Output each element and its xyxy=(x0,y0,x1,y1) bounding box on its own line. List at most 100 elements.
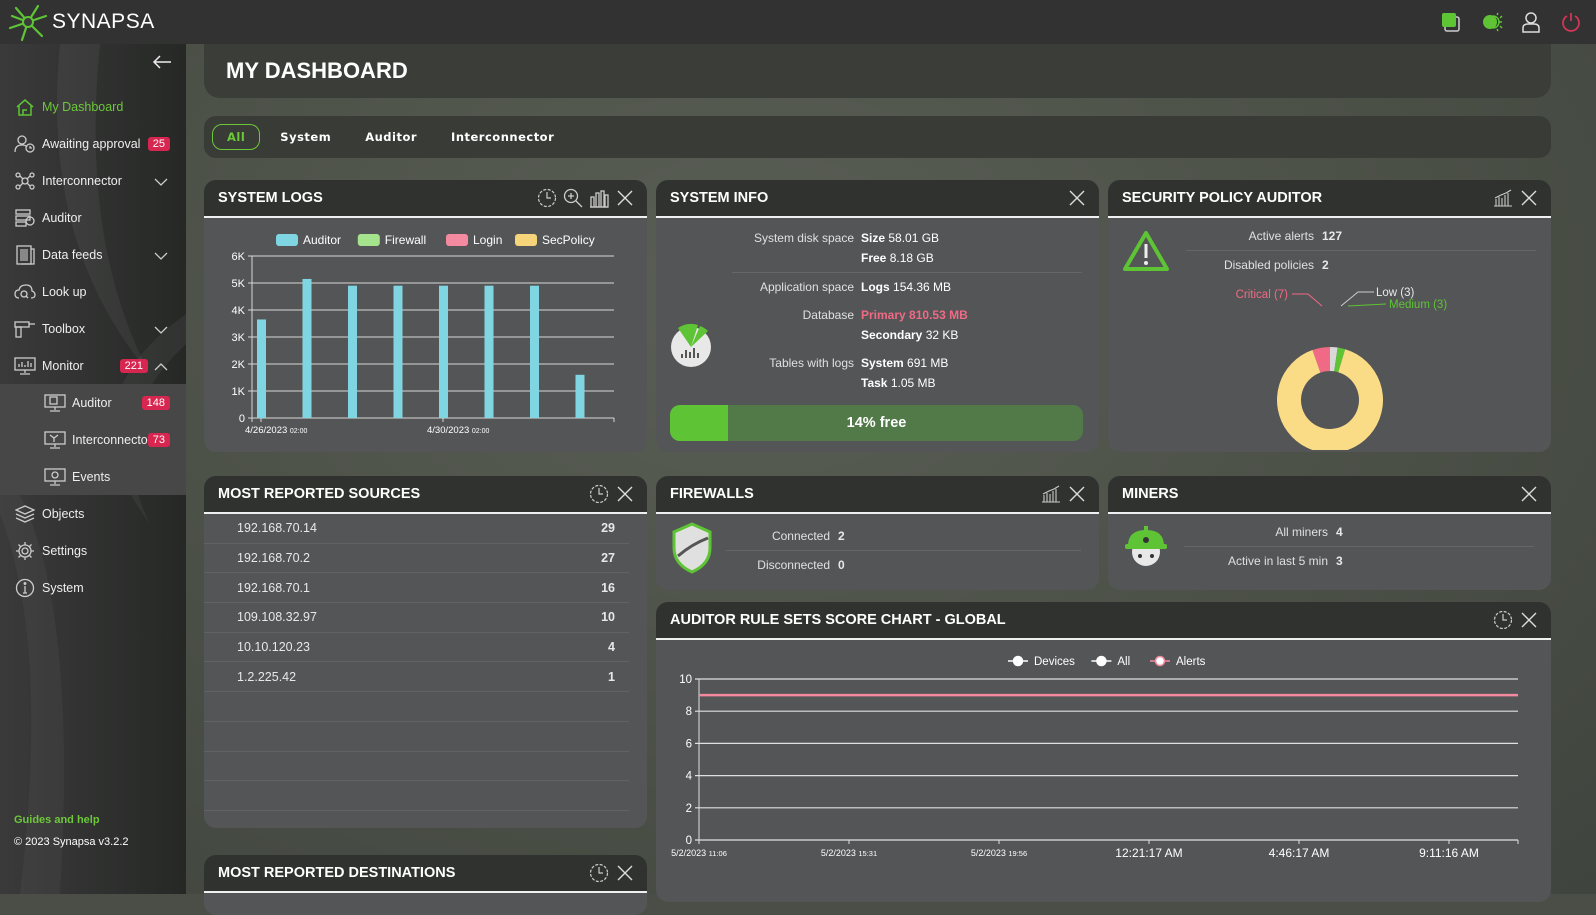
y-tick-label: 5K xyxy=(232,278,246,290)
miner-stats: All miners 4 Active in last 5 min 3 xyxy=(1184,522,1534,571)
auditor-score-chart-widget: AUDITOR RULE SETS SCORE CHART - GLOBAL D… xyxy=(656,602,1551,902)
bar-auditor xyxy=(302,278,312,418)
tables-label: Tables with logs xyxy=(769,356,854,370)
chevron-down-icon[interactable] xyxy=(154,176,168,186)
list-item[interactable]: 192.168.70.14 29 xyxy=(204,514,629,544)
miners-widget: MINERS All miners 4 Active in last 5 min 3 xyxy=(1108,476,1551,590)
filter-all[interactable]: All xyxy=(212,124,261,150)
sidebar-item-interconnector[interactable]: Interconnector xyxy=(0,162,186,199)
network-icon xyxy=(14,171,36,191)
logo[interactable]: SYNAPSA xyxy=(8,2,155,42)
legend-label-secpolicy: SecPolicy xyxy=(542,233,595,247)
close-icon[interactable] xyxy=(1067,484,1087,504)
x-tick-label: 4/30/2023 02:00 xyxy=(427,425,490,436)
y-tick-label: 2K xyxy=(232,359,246,371)
y-tick-label: 10 xyxy=(679,674,692,686)
list-item[interactable]: 109.108.32.97 10 xyxy=(204,603,629,633)
sidebar-item-look-up[interactable]: Look up xyxy=(0,273,186,310)
y-tick-label: 1K xyxy=(232,386,246,398)
close-icon[interactable] xyxy=(1519,484,1539,504)
sidebar-item-my-dashboard[interactable]: My Dashboard xyxy=(0,88,186,125)
bar-chart-icon[interactable] xyxy=(589,188,609,208)
trend-chart-icon[interactable] xyxy=(1041,484,1061,504)
theme-toggle-icon[interactable] xyxy=(1480,11,1503,33)
secondary-db-key: Secondary xyxy=(861,328,923,342)
empty-row xyxy=(204,722,629,752)
disk-size-key: Size xyxy=(861,231,886,245)
security-stats: Active alerts 127 Disabled policies 2 xyxy=(1186,226,1536,275)
app-name: SYNAPSA xyxy=(52,10,155,33)
filter-system[interactable]: System xyxy=(266,125,345,149)
chevron-down-icon[interactable] xyxy=(154,250,168,260)
sidebar-item-auditor[interactable]: Auditor xyxy=(0,199,186,236)
close-icon[interactable] xyxy=(615,484,635,504)
zoom-in-icon[interactable] xyxy=(563,188,583,208)
sidebar-item-monitor[interactable]: Monitor 221 xyxy=(0,347,186,384)
user-icon[interactable] xyxy=(1520,11,1542,33)
filter-interconnector[interactable]: Interconnector xyxy=(437,125,568,149)
dashboard-filter-bar: All System Auditor Interconnector xyxy=(204,116,1551,158)
sidebar-subitem-interconnector[interactable]: Interconnector 73 xyxy=(0,421,186,458)
y-tick-label: 6K xyxy=(232,251,246,263)
list-item[interactable]: 1.2.225.42 1 xyxy=(204,662,629,693)
widget-title: MOST REPORTED DESTINATIONS xyxy=(218,865,456,881)
sidebar-item-system[interactable]: System xyxy=(0,569,186,606)
close-icon[interactable] xyxy=(1067,188,1087,208)
active-miners-label: Active in last 5 min xyxy=(1227,554,1328,568)
windows-icon[interactable] xyxy=(1440,11,1462,33)
legend-label-alerts: Alerts xyxy=(1176,656,1206,668)
filter-auditor[interactable]: Auditor xyxy=(351,125,431,149)
sidebar-item-toolbox[interactable]: Toolbox xyxy=(0,310,186,347)
y-tick-label: 4K xyxy=(232,305,246,317)
system-logs-widget: SYSTEM LOGS Auditor Firewall Login SecPolic… xyxy=(204,180,647,452)
disk-usage-icon xyxy=(668,322,714,373)
disconnected-value: 0 xyxy=(838,558,845,572)
sidebar-subitem-auditor[interactable]: Auditor 148 xyxy=(0,384,186,421)
clock-icon[interactable] xyxy=(537,188,557,208)
sidebar-subitem-events[interactable]: Events xyxy=(0,458,186,495)
clock-icon[interactable] xyxy=(589,863,609,883)
chevron-down-icon[interactable] xyxy=(154,324,168,334)
chevron-up-icon[interactable] xyxy=(154,361,168,371)
copyright: © 2023 Synapsa v3.2.2 xyxy=(14,836,129,848)
app-space-label: Application space xyxy=(759,280,854,294)
bar-auditor xyxy=(575,374,585,418)
sidebar-item-data-feeds[interactable]: Data feeds xyxy=(0,236,186,273)
miner-helmet-icon xyxy=(1122,522,1170,575)
active-alerts-label: Active alerts xyxy=(1248,229,1314,243)
close-icon[interactable] xyxy=(615,863,635,883)
close-icon[interactable] xyxy=(1519,188,1539,208)
monitor-badge: 221 xyxy=(119,358,148,373)
collapse-sidebar-button[interactable] xyxy=(152,54,172,70)
sidebar-item-settings[interactable]: Settings xyxy=(0,532,186,569)
sidebar-item-objects[interactable]: Objects xyxy=(0,495,186,532)
active-miners-value: 3 xyxy=(1336,554,1343,568)
sidebar-item-label: Data feeds xyxy=(42,247,103,262)
firewalls-widget: FIREWALLS Connected 2 Disconnected 0 xyxy=(656,476,1099,590)
source-ip: 1.2.225.42 xyxy=(237,669,297,684)
widget-title: AUDITOR RULE SETS SCORE CHART - GLOBAL xyxy=(670,612,1006,628)
disk-free-progress: 14% free xyxy=(670,405,1083,441)
x-tick-label: 4/26/2023 02:00 xyxy=(245,425,308,436)
guides-and-help-link[interactable]: Guides and help xyxy=(14,814,129,826)
power-icon[interactable] xyxy=(1560,11,1582,33)
list-item[interactable]: 10.10.120.23 4 xyxy=(204,633,629,663)
secondary-db-value: 32 KB xyxy=(925,328,959,342)
leader-critical xyxy=(1292,293,1323,307)
auditor-icon xyxy=(14,208,36,228)
page-header: MY DASHBOARD xyxy=(204,44,1551,98)
list-item[interactable]: 192.168.70.2 27 xyxy=(204,544,629,574)
clock-icon[interactable] xyxy=(589,484,609,504)
close-icon[interactable] xyxy=(615,188,635,208)
trend-chart-icon[interactable] xyxy=(1493,188,1513,208)
close-icon[interactable] xyxy=(1519,610,1539,630)
clock-icon[interactable] xyxy=(1493,610,1513,630)
list-item[interactable]: 192.168.70.1 16 xyxy=(204,573,629,604)
legend-swatch-firewall xyxy=(357,234,380,246)
sidebar-item-awaiting-approval[interactable]: Awaiting approval 25 xyxy=(0,125,186,162)
monitor-interconnector-badge: 73 xyxy=(147,432,170,447)
y-tick-label: 0 xyxy=(239,413,245,425)
sidebar-item-label: Auditor xyxy=(42,210,82,225)
all-miners-value: 4 xyxy=(1336,525,1343,539)
bar-auditor xyxy=(348,285,357,418)
